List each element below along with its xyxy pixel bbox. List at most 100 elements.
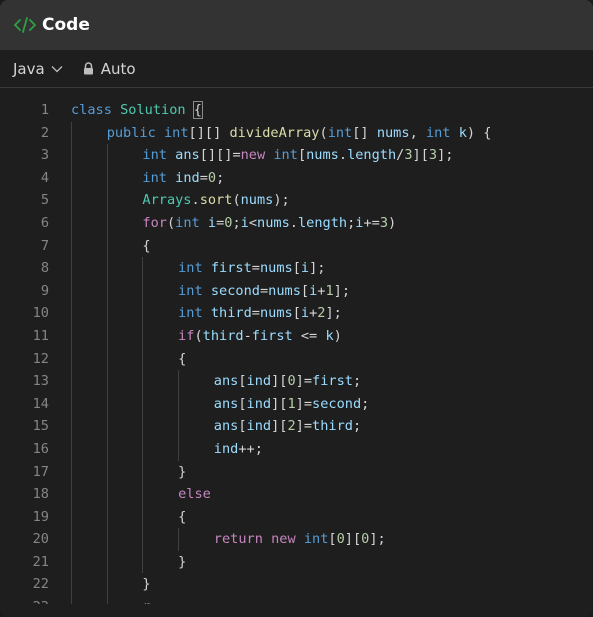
code-token: int (327, 124, 353, 141)
code-token: = (259, 282, 269, 299)
code-token: 0 (207, 169, 217, 186)
code-text: if(third-first <= k) (178, 325, 342, 348)
code-token: . (191, 192, 200, 209)
indent-guide (106, 234, 108, 258)
code-token: i (207, 214, 217, 231)
code-token: } (142, 576, 151, 593)
indent-guide (106, 257, 108, 280)
line-number: 11 (32, 327, 49, 344)
code-token: third (210, 305, 252, 322)
indent-guide (106, 347, 108, 371)
code-token: ][ (412, 147, 429, 164)
code-text: int third=nums[i+2]; (178, 302, 342, 325)
code-token: k (458, 124, 467, 141)
indent-guide (106, 279, 108, 303)
indent-guide (106, 324, 108, 348)
code-token: int (178, 282, 203, 299)
indent-guide (142, 324, 144, 348)
code-line: 3 int ans[][]=new int[nums.length/3][3]; (0, 144, 593, 167)
code-text: r (142, 596, 150, 604)
code-token: else (178, 486, 211, 503)
code-text: } (178, 551, 186, 574)
indent-guide (106, 596, 108, 605)
code-text: ind++; (214, 438, 263, 461)
code-token: nums (257, 214, 290, 231)
code-token: } (178, 463, 187, 480)
indent-guide (71, 460, 72, 484)
code-token: sort (199, 192, 233, 209)
code-line: 14 ans[ind][1]=second; (0, 392, 593, 416)
code-line: 23 r (0, 596, 593, 605)
code-token: second (210, 282, 260, 299)
code-text: { (178, 506, 186, 529)
code-icon (14, 17, 36, 33)
code-token: ) { (466, 124, 492, 141)
code-token: k (325, 327, 334, 344)
code-token: ]; (369, 531, 386, 548)
code-token: ]; (309, 260, 326, 277)
panel-title: Code (42, 15, 90, 35)
code-token: += (363, 214, 380, 231)
code-text: { (142, 235, 150, 258)
indent-guide (71, 302, 72, 325)
indent-guide (71, 324, 72, 348)
indent-guide (71, 370, 72, 393)
code-text: ans[ind][1]=second; (214, 393, 370, 416)
code-line: 20 return new int[0][0]; (0, 528, 593, 551)
language-select[interactable]: Java (13, 60, 63, 78)
code-token: ans (213, 373, 239, 390)
code-text: for(int i=0;i<nums.length;i+=3) (142, 212, 396, 235)
indent-guide (71, 189, 72, 212)
code-text: { (178, 348, 186, 371)
indent-guide (71, 528, 72, 551)
code-token: [ (238, 418, 247, 435)
indent-guide (71, 279, 72, 303)
line-number: 2 (40, 124, 49, 141)
code-token: ]= (295, 395, 313, 412)
line-number: 23 (0, 596, 49, 604)
code-token: Arrays (142, 192, 192, 209)
code-line: 4 int ind=0; (0, 166, 593, 190)
line-number: 6 (40, 214, 49, 231)
code-token: ( (319, 124, 328, 141)
code-token: ans (213, 395, 239, 412)
code-token: , (409, 124, 426, 141)
indent-guide (106, 392, 108, 416)
code-token: [ (328, 531, 337, 548)
indent-guide (142, 257, 144, 280)
line-number: 12 (32, 350, 49, 367)
indent-guide (106, 550, 108, 574)
code-token: ++; (238, 440, 263, 457)
code-token: ); (273, 192, 290, 209)
code-token: } (178, 553, 187, 570)
code-token: = (251, 260, 260, 277)
line-number: 1 (40, 102, 49, 118)
code-editor[interactable]: 1 class Solution {2 public int[][] divideA… (0, 90, 593, 617)
code-text: ans[ind][0]=first; (214, 370, 361, 393)
code-token: first (312, 373, 353, 390)
code-token: ind (246, 418, 272, 435)
code-token: ans (213, 418, 239, 435)
indent-guide (178, 392, 180, 416)
code-token: Solution (120, 102, 186, 118)
code-line: 11 if(third-first <= k) (0, 324, 593, 348)
code-token: int (178, 305, 203, 322)
indent-guide (106, 415, 108, 438)
code-token: - (243, 327, 252, 344)
code-token: int (175, 214, 200, 231)
auto-button[interactable]: Auto (83, 60, 136, 78)
lock-icon (83, 62, 94, 75)
code-token: [ (292, 260, 301, 277)
code-text: } (142, 573, 150, 596)
indent-guide (71, 234, 72, 258)
code-token: ) (333, 327, 342, 344)
indent-guide (106, 437, 108, 461)
code-token: <= (292, 327, 326, 344)
code-token: ( (194, 327, 203, 344)
editor-toolbar: Java Auto (0, 50, 593, 88)
